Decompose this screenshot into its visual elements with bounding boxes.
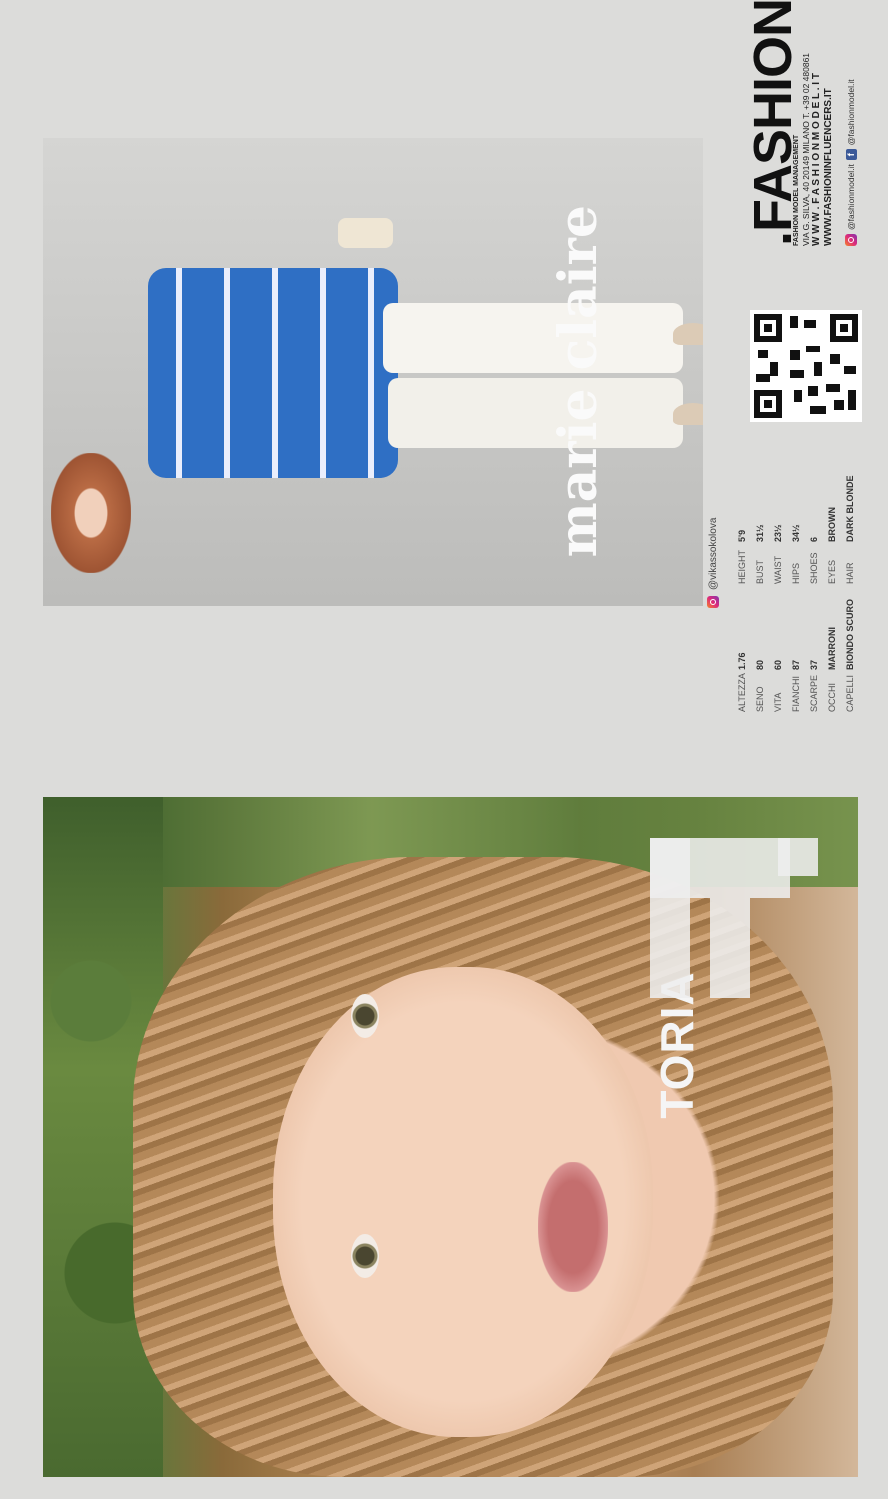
meas-row: WAIST 23½ <box>773 524 783 584</box>
instagram-icon <box>845 234 857 246</box>
white-flared-pants <box>383 303 683 373</box>
instagram-icon <box>707 596 719 608</box>
meas-row: SHOES 6 <box>809 536 819 584</box>
agency-f-mark-logo <box>650 838 820 998</box>
blue-cardigan <box>148 268 398 478</box>
meas-row: BUST 31½ <box>755 524 765 584</box>
agency-facebook[interactable]: @fashionmodel.it <box>846 79 856 145</box>
meas-row: FIANCHI 87 <box>791 659 801 712</box>
white-flared-pants <box>388 378 683 448</box>
meas-row: CAPELLI BIONDO SCURO <box>845 598 855 712</box>
meas-row: OCCHI MARRONI <box>827 627 837 712</box>
meas-row: ALTEZZA 1.76 <box>737 652 747 712</box>
measurements-it: ALTEZZA 1.76 SENO 80 VITA 60 FIANCHI 87 SCAR… <box>733 590 859 712</box>
comp-card: TORIA marie claire @vikassokolova ALTEZZ… <box>0 0 888 1499</box>
influencers-website[interactable]: WWW.FASHIONINFLUENCERS.IT <box>823 88 834 246</box>
agency-social: @fashionmodel.it f @fashionmodel.it <box>845 79 857 246</box>
meas-row: HIPS 34½ <box>791 524 801 584</box>
model-instagram[interactable]: @vikassokolova <box>707 518 719 608</box>
magazine-logo: marie claire <box>548 205 609 558</box>
meas-row: EYES BROWN <box>827 507 837 584</box>
agency-address: VIA G. SILVA, 40 20149 MILANO T. +39 02 … <box>801 52 811 246</box>
shoe <box>673 403 703 425</box>
meas-row: SCARPE 37 <box>809 659 819 712</box>
meas-row: HAIR DARK BLONDE <box>845 475 855 585</box>
agency-tagline: FASHION MODEL MANAGEMENT <box>793 134 800 246</box>
model-hair <box>51 453 131 573</box>
facebook-icon: f <box>845 149 857 161</box>
meas-row: SENO 80 <box>755 659 765 712</box>
agency-instagram[interactable]: @fashionmodel.it <box>846 164 856 230</box>
meas-row: HEIGHT 5'9 <box>737 529 747 584</box>
shoe <box>673 323 703 345</box>
handbag <box>338 218 393 248</box>
agency-website[interactable]: W W W . F A S H I O N M O D E L . I T <box>811 73 822 246</box>
instagram-handle: @vikassokolova <box>707 517 719 590</box>
eye <box>351 994 379 1038</box>
qr-code[interactable] <box>750 310 862 422</box>
lips <box>538 1162 608 1292</box>
eye <box>351 1234 379 1278</box>
meas-row: VITA 60 <box>773 659 783 712</box>
measurements-en: HEIGHT 5'9 BUST 31½ WAIST 23½ HIPS 34½ SHOES… <box>733 462 859 585</box>
